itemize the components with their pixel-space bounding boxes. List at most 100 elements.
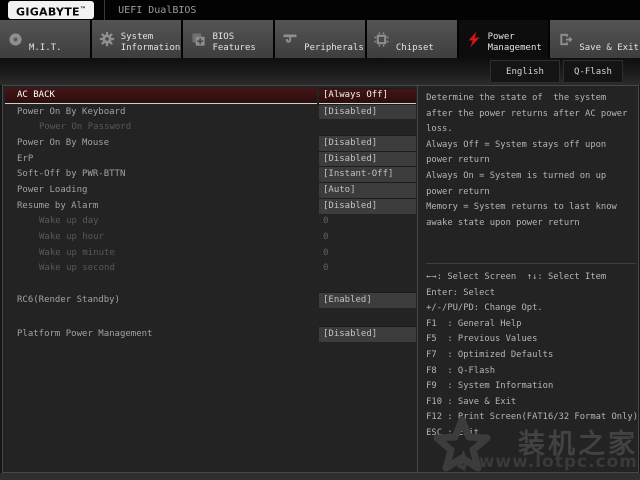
main-panel: AC BACK [Always Off] Power On By Keyboard […	[2, 85, 639, 473]
setting-label: Soft-Off by PWR-BTTN	[5, 169, 125, 179]
tab-peripherals[interactable]: Peripherals	[275, 20, 365, 58]
setting-label-area: Power Loading	[5, 182, 317, 198]
setting-value-box: 0	[319, 229, 416, 245]
help-line: Determine the state of the system	[426, 91, 636, 107]
setting-value: [Disabled]	[319, 138, 377, 148]
setting-label: Wake up day	[5, 216, 99, 226]
tab-bios-features[interactable]: BIOS Features	[183, 20, 273, 58]
setting-label-area: Wake up hour	[5, 229, 317, 245]
setting-row-power-loading[interactable]: Power Loading [Auto]	[3, 182, 417, 198]
system-information-icon	[97, 28, 117, 50]
setting-label: Power On Password	[5, 122, 131, 132]
setting-label: Power On By Keyboard	[5, 107, 125, 117]
help-line: after the power returns after AC power	[426, 107, 636, 123]
setting-label: Power Loading	[5, 185, 87, 195]
setting-row-soft-off-by-pwr-bttn[interactable]: Soft-Off by PWR-BTTN [Instant-Off]	[3, 166, 417, 182]
setting-label: ErP	[5, 154, 33, 164]
settings-list: AC BACK [Always Off] Power On By Keyboard […	[3, 86, 417, 472]
shortcut-line: ESC : Exit	[426, 426, 638, 442]
setting-value-box: [Always Off]	[319, 88, 416, 104]
setting-label: Platform Power Management	[5, 329, 152, 339]
tab-power-management[interactable]: Power Management	[459, 20, 549, 58]
setting-value: 0	[319, 263, 328, 273]
help-line: Memory = System returns to last know	[426, 200, 636, 216]
shortcut-line: ←→: Select Screen ↑↓: Select Item	[426, 270, 638, 286]
setting-value-box: [Auto]	[319, 182, 416, 198]
help-line: power return	[426, 185, 636, 201]
setting-value: [Always Off]	[319, 90, 388, 100]
setting-row-power-on-password: Power On Password	[3, 119, 417, 135]
tab-chipset[interactable]: Chipset	[367, 20, 457, 58]
setting-label: Wake up minute	[5, 248, 115, 258]
peripherals-icon	[280, 28, 300, 50]
setting-row-wake-up-hour: Wake up hour 0	[3, 229, 417, 245]
setting-row-wake-up-second: Wake up second 0	[3, 261, 417, 277]
setting-label-area: Power On By Keyboard	[5, 104, 317, 120]
divider	[104, 0, 105, 20]
setting-row-ac-back[interactable]: AC BACK [Always Off]	[3, 88, 417, 104]
setting-row-platform-power-management[interactable]: Platform Power Management [Disabled]	[3, 326, 417, 342]
setting-label: Power On By Mouse	[5, 138, 109, 148]
bios-screen: GIGABYTE™ UEFI DualBIOS M.I.T. System Inf…	[0, 0, 640, 480]
tab-label: Peripherals	[304, 43, 364, 54]
setting-value-box: [Disabled]	[319, 104, 416, 120]
tab-label: Chipset	[396, 43, 434, 54]
gigabyte-logo: GIGABYTE™	[8, 1, 94, 20]
setting-row-wake-up-minute: Wake up minute 0	[3, 245, 417, 261]
setting-value: [Disabled]	[319, 329, 377, 339]
tab-bar: M.I.T. System Information BIOS Features Per…	[0, 20, 640, 58]
setting-value: [Auto]	[319, 185, 356, 195]
q-flash-button[interactable]: Q-Flash	[563, 60, 623, 83]
setting-label-area: Resume by Alarm	[5, 198, 317, 214]
shortcut-line: F7 : Optimized Defaults	[426, 348, 638, 364]
setting-row-power-on-by-mouse[interactable]: Power On By Mouse [Disabled]	[3, 135, 417, 151]
setting-value: [Disabled]	[319, 154, 377, 164]
tab-label: System Information	[121, 32, 181, 54]
setting-label-area: Wake up minute	[5, 245, 317, 261]
setting-label-area: Wake up day	[5, 214, 317, 230]
shortcut-line: F12 : Print Screen(FAT16/32 Format Only)	[426, 410, 638, 426]
tab-save-exit[interactable]: Save & Exit	[550, 20, 640, 58]
setting-label-area: Wake up second	[5, 261, 317, 277]
tab-label: BIOS Features	[212, 32, 255, 54]
brand-bar: GIGABYTE™ UEFI DualBIOS	[0, 0, 640, 20]
sub-toolbar: English Q-Flash	[0, 58, 640, 85]
setting-value: [Disabled]	[319, 107, 377, 117]
setting-row-resume-by-alarm[interactable]: Resume by Alarm[Disabled]	[3, 198, 417, 214]
setting-label: Resume by Alarm	[5, 201, 98, 211]
setting-label-area: Platform Power Management	[5, 326, 317, 342]
setting-value-box: 0	[319, 214, 416, 230]
setting-value-box: [Instant-Off]	[319, 166, 416, 182]
setting-row-erp[interactable]: ErP [Disabled]	[3, 151, 417, 167]
tab-m-i-t[interactable]: M.I.T.	[0, 20, 90, 58]
setting-label: Wake up hour	[5, 232, 104, 242]
setting-label-area: RC6(Render Standby)	[5, 292, 317, 308]
tab-system-information[interactable]: System Information	[92, 20, 182, 58]
setting-label-area: Soft-Off by PWR-BTTN	[5, 166, 317, 182]
setting-label: Wake up second	[5, 263, 115, 273]
spacer	[3, 276, 417, 292]
setting-row-power-on-by-keyboard[interactable]: Power On By Keyboard [Disabled]	[3, 104, 417, 120]
help-panel: Determine the state of the systemafter t…	[417, 86, 638, 472]
help-line: Always Off = System stays off upon	[426, 138, 636, 154]
setting-value-box: [Enabled]	[319, 292, 416, 308]
shortcut-line: F5 : Previous Values	[426, 332, 638, 348]
setting-label: AC BACK	[5, 90, 55, 100]
setting-value-box	[319, 119, 416, 135]
setting-label-area: Power On By Mouse	[5, 135, 317, 151]
setting-row-rc6-render-standby[interactable]: RC6(Render Standby) [Enabled]	[3, 292, 417, 308]
tab-label: Power Management	[488, 32, 542, 54]
setting-value-box: 0	[319, 245, 416, 261]
chipset-icon	[372, 28, 392, 50]
setting-value-box: [Disabled]	[319, 151, 416, 167]
spacer	[3, 308, 417, 326]
setting-label-area: AC BACK	[5, 88, 317, 104]
shortcut-line: F8 : Q-Flash	[426, 364, 638, 380]
setting-value: 0	[319, 216, 328, 226]
help-line: Always On = System is turned on up	[426, 169, 636, 185]
shortcut-line: F10 : Save & Exit	[426, 395, 638, 411]
setting-label: RC6(Render Standby)	[5, 295, 120, 305]
tab-label: M.I.T.	[29, 43, 62, 54]
english-button[interactable]: English	[490, 60, 560, 83]
help-line: awake state upon power return	[426, 216, 636, 232]
